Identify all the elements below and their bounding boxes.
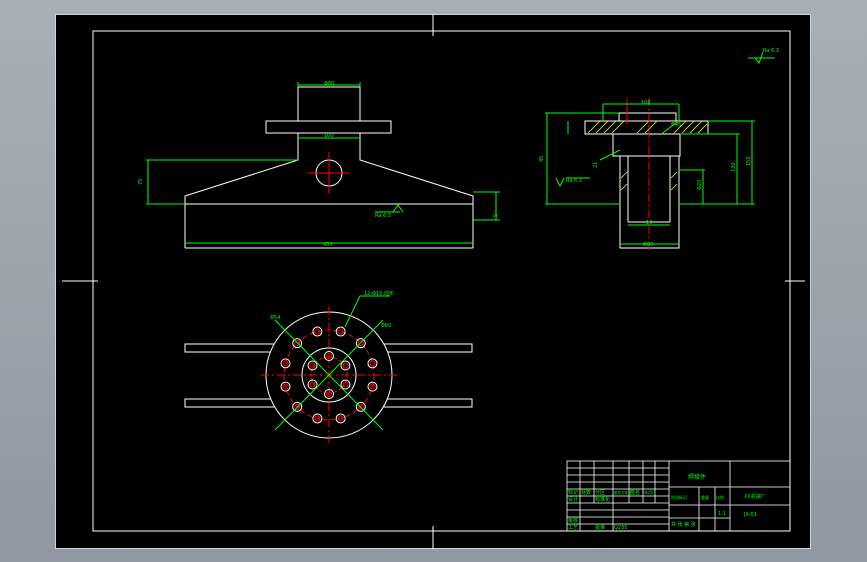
label-zone: 分区 [595,489,605,496]
label-ratio: 比例 [716,494,724,500]
dim-r1: 21 [593,162,599,168]
label-stage: 阶段标记 [671,494,687,500]
corner-roughness: Ra 6.3 [763,48,779,54]
roughness-label: Ra 6.3 [375,213,391,219]
label-date: 年月日 [644,489,656,495]
frame-border [92,30,791,532]
label-approve: 批准 [595,524,605,531]
top-plate [265,120,392,134]
company-name: XX机械厂 [744,493,766,500]
dim-base-width: 400 [323,242,333,248]
dim-top: 100 [641,100,651,106]
centering-marks [62,14,805,549]
dim-bottom: Φ80 [643,242,653,248]
part-name: 焊接件 [688,473,706,481]
label-process: 工艺 [568,525,578,531]
label-checker: 审核 [568,517,578,524]
label-mark: 标记 [568,489,578,496]
dim-left-height: 45 [539,156,545,162]
sheet-info: 共 张 第 张 [671,521,696,528]
label-weight: 重量 [701,494,709,500]
label-designer: 设计 [568,496,578,503]
top-boss [297,86,361,122]
material: Q235 [614,525,627,531]
label-sign: 签名 [630,489,640,496]
drawing-canvas: Φ80 100 75 400 5 Ra 6.3 100 Φ45 45 150 1… [62,14,805,549]
label-standard: 标准化 [595,496,610,503]
plan-view: 12-Φ15 均布 Φ54 Φ80 [184,290,473,443]
dim-d1: Φ45 [671,122,681,128]
holes-callout: 12-Φ15 均布 [364,290,394,297]
dim-hole: Φ20 [697,180,703,190]
dim-base-thk: 5 [493,214,499,217]
scale-value: 1:1 [718,511,726,517]
pcd-2: Φ80 [381,323,391,329]
front-view: Φ80 100 75 400 5 Ra 6.3 [138,81,500,249]
dim-height: 75 [138,179,144,185]
dim-right-height-1: 150 [746,156,752,166]
dim-inner: 10 [646,220,652,226]
title-block: 焊接件 XX机械厂 JX-01 1:1 Q235 共 张 第 张 标记 处数 分… [566,460,791,532]
label-count: 处数 [581,489,591,496]
dim-top-width: Φ80 [324,81,334,87]
pcd-1: Φ54 [270,315,280,321]
dim-plate: 100 [324,133,334,139]
dim-right-height-2: 130 [731,162,737,172]
section-roughness: Ra 6.3 [566,178,582,184]
section-view: 100 Φ45 45 150 130 Φ20 Φ80 10 21 Ra 6.3 … [539,48,779,252]
drawing-number: JX-01 [743,512,757,518]
